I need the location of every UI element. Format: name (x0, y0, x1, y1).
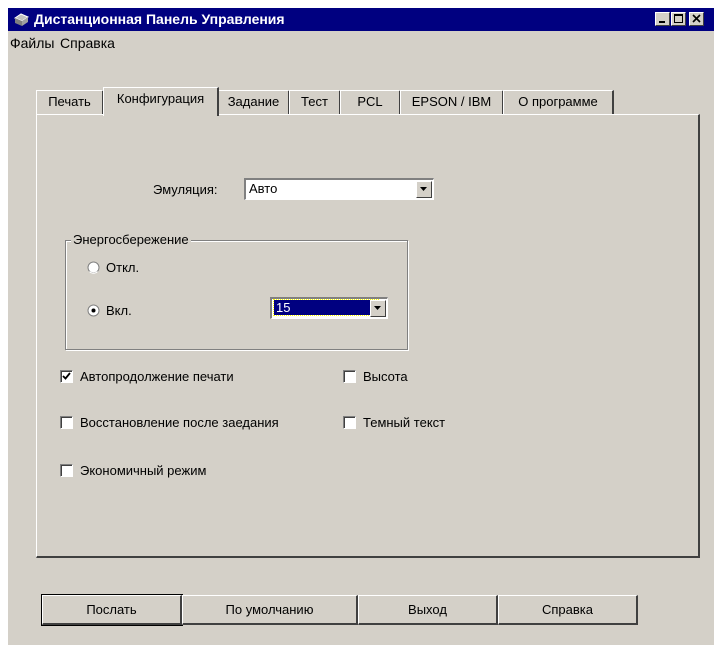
power-off-label: Откл. (106, 260, 140, 275)
close-icon (692, 14, 701, 23)
printer-app-icon (13, 13, 29, 26)
defaults-button[interactable]: По умолчанию (182, 595, 358, 625)
dark-text-label: Темный текст (363, 415, 446, 430)
emulation-value: Авто (249, 181, 278, 196)
power-timeout-select[interactable]: 15 (270, 297, 388, 319)
close-button[interactable] (689, 12, 704, 26)
chevron-down-icon (374, 306, 381, 310)
minimize-icon (659, 21, 665, 23)
auto-continue-checkbox[interactable] (60, 370, 73, 383)
tab-print[interactable]: Печать (36, 90, 104, 114)
power-off-radio[interactable] (87, 261, 100, 274)
checkmark-icon (62, 372, 71, 380)
jam-recovery-checkbox[interactable] (60, 416, 73, 429)
tab-configuration[interactable]: Конфигурация (103, 87, 219, 116)
tab-job[interactable]: Задание (218, 90, 290, 114)
exit-button[interactable]: Выход (358, 595, 498, 625)
power-timeout-value: 15 (272, 299, 380, 316)
emulation-dropdown-button[interactable] (416, 181, 432, 198)
minimize-button[interactable] (655, 12, 670, 26)
menu-bar: Файлы Справка (8, 32, 714, 54)
send-button[interactable]: Послать (41, 594, 183, 626)
power-on-label: Вкл. (106, 303, 132, 318)
tab-epson-ibm[interactable]: EPSON / IBM (400, 90, 504, 114)
maximize-icon (674, 14, 683, 23)
power-timeout-dropdown-button[interactable] (370, 300, 386, 317)
chevron-down-icon (420, 187, 427, 191)
maximize-button[interactable] (671, 12, 686, 26)
emulation-select[interactable]: Авто (244, 178, 434, 200)
power-on-radio[interactable] (87, 304, 100, 317)
tab-about[interactable]: О программе (503, 90, 614, 114)
altitude-label: Высота (363, 369, 408, 384)
auto-continue-label: Автопродолжение печати (80, 369, 234, 384)
title-bar[interactable]: Дистанционная Панель Управления (8, 8, 714, 31)
economy-mode-checkbox[interactable] (60, 464, 73, 477)
economy-mode-label: Экономичный режим (80, 463, 207, 478)
tab-test[interactable]: Тест (289, 90, 341, 114)
dark-text-checkbox[interactable] (343, 416, 356, 429)
emulation-label: Эмуляция: (153, 182, 218, 197)
jam-recovery-label: Восстановление после заедания (80, 415, 279, 430)
menu-help[interactable]: Справка (60, 35, 115, 51)
help-button[interactable]: Справка (498, 595, 638, 625)
application-window: Дистанционная Панель Управления Файлы Сп… (8, 8, 714, 645)
power-saving-title: Энергосбережение (71, 232, 191, 247)
power-saving-group (65, 240, 408, 350)
tab-pcl[interactable]: PCL (340, 90, 401, 114)
window-title: Дистанционная Панель Управления (34, 11, 285, 27)
altitude-checkbox[interactable] (343, 370, 356, 383)
menu-files[interactable]: Файлы (10, 35, 54, 51)
